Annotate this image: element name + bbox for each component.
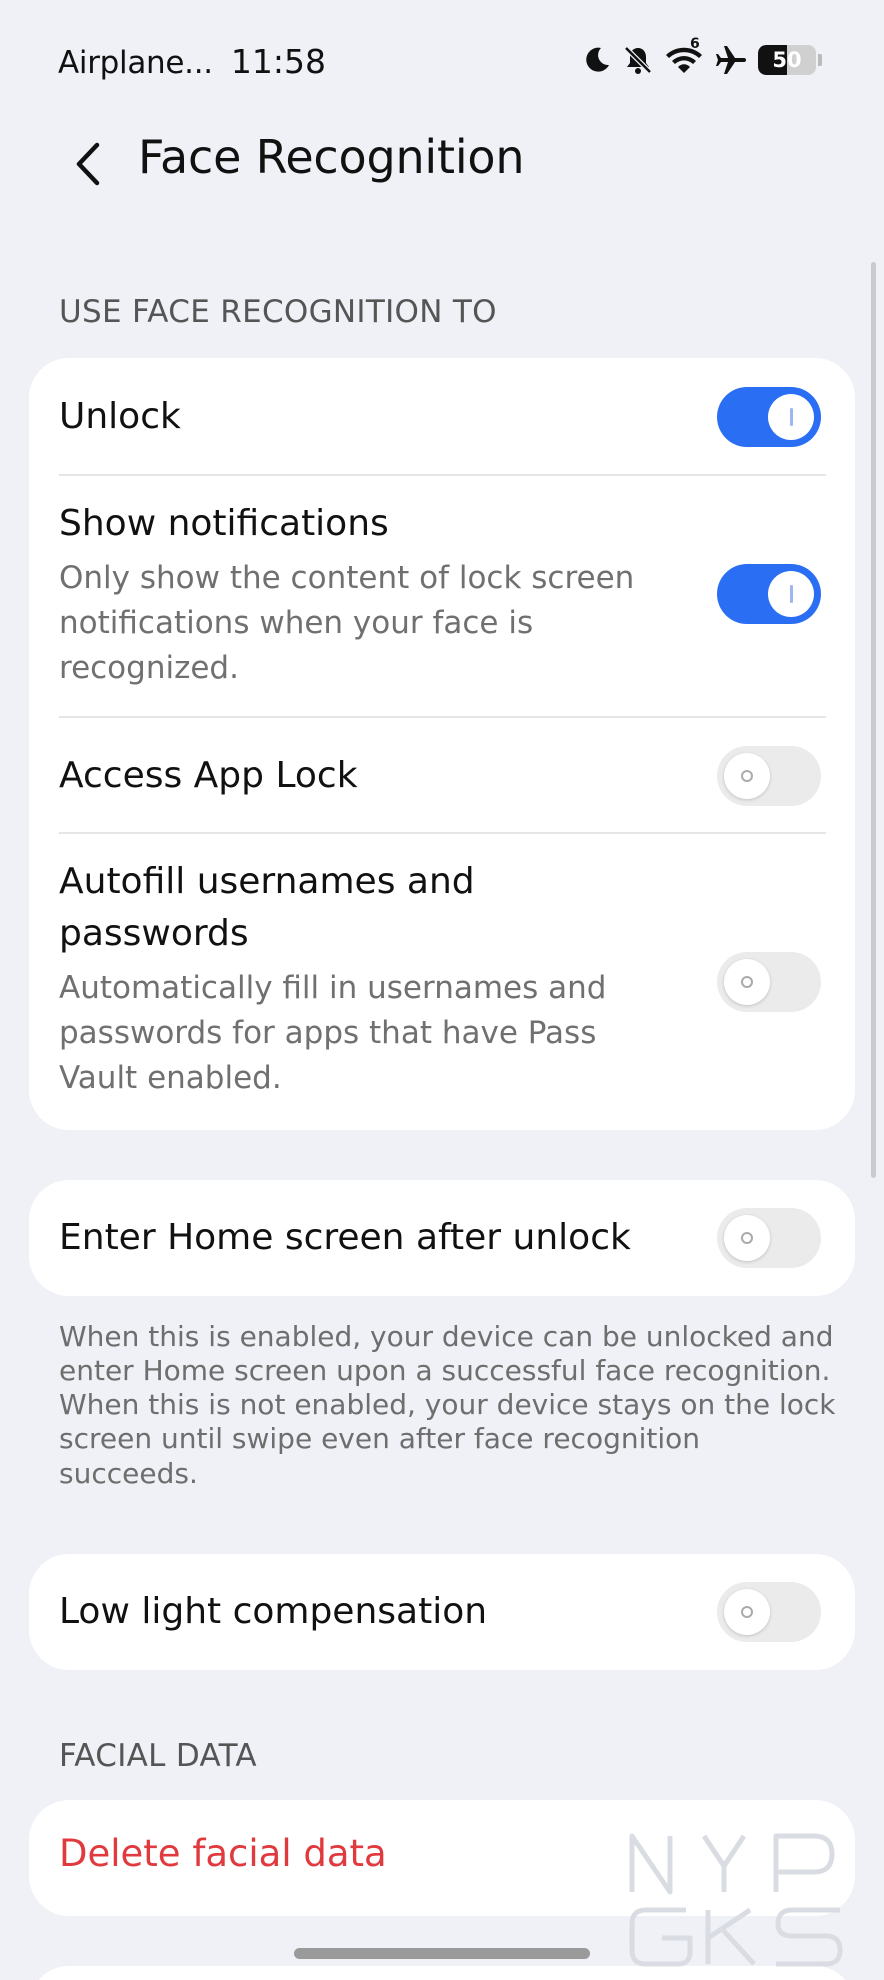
toggle-low-light[interactable] bbox=[717, 1582, 821, 1642]
section-header-use-face: USE FACE RECOGNITION TO bbox=[59, 294, 497, 330]
toggle-knob bbox=[724, 959, 770, 1005]
delete-facial-data-label: Delete facial data bbox=[59, 1832, 387, 1875]
page-title: Face Recognition bbox=[138, 130, 525, 184]
toggle-autofill[interactable] bbox=[717, 952, 821, 1012]
enter-home-footnote: When this is enabled, your device can be… bbox=[59, 1320, 836, 1490]
setting-row-low-light[interactable]: Low light compensation bbox=[29, 1554, 855, 1670]
setting-row-enter-home[interactable]: Enter Home screen after unlock bbox=[29, 1180, 855, 1296]
setting-title: Autofill usernames and passwords bbox=[59, 861, 475, 955]
setting-title: Enter Home screen after unlock bbox=[59, 1217, 631, 1258]
wifi-icon: 6 bbox=[664, 36, 704, 76]
toggle-show-notifications[interactable] bbox=[717, 564, 821, 624]
toggle-access-app-lock[interactable] bbox=[717, 746, 821, 806]
toggle-knob bbox=[768, 394, 814, 440]
setting-row-access-app-lock[interactable]: Access App Lock bbox=[29, 718, 855, 834]
scrollbar[interactable] bbox=[871, 262, 876, 1178]
setting-description: Only show the content of lock screen not… bbox=[59, 560, 635, 686]
wifi-badge: 6 bbox=[690, 36, 700, 52]
setting-title: Access App Lock bbox=[59, 755, 358, 796]
toggle-enter-home[interactable] bbox=[717, 1208, 821, 1268]
bell-muted-icon bbox=[622, 44, 654, 76]
toggle-knob bbox=[724, 1589, 770, 1635]
setting-row-autofill[interactable]: Autofill usernames and passwords Automat… bbox=[29, 834, 855, 1130]
home-indicator[interactable] bbox=[294, 1948, 590, 1959]
toggle-knob bbox=[768, 571, 814, 617]
card-use-face: Unlock Show notifications Only show the … bbox=[29, 358, 855, 1130]
status-bar: Airplane... 11:58 6 50 bbox=[0, 0, 884, 120]
toggle-knob bbox=[724, 1215, 770, 1261]
card-low-light: Low light compensation bbox=[29, 1554, 855, 1670]
chevron-left-icon bbox=[76, 142, 100, 186]
airplane-icon bbox=[714, 44, 748, 76]
section-header-facial-data: FACIAL DATA bbox=[59, 1738, 257, 1774]
clock: 11:58 bbox=[230, 42, 326, 81]
moon-icon bbox=[582, 45, 612, 75]
header: Face Recognition bbox=[0, 120, 884, 204]
setting-title: Unlock bbox=[59, 396, 181, 437]
carrier-label: Airplane... bbox=[58, 45, 213, 81]
card-enter-home: Enter Home screen after unlock bbox=[29, 1180, 855, 1296]
status-icons: 6 50 bbox=[582, 36, 822, 76]
status-left: Airplane... 11:58 bbox=[58, 42, 326, 81]
toggle-knob bbox=[724, 753, 770, 799]
toggle-unlock[interactable] bbox=[717, 387, 821, 447]
battery-tip bbox=[818, 54, 822, 66]
setting-description: Automatically fill in usernames and pass… bbox=[59, 970, 607, 1096]
back-button[interactable] bbox=[64, 136, 112, 192]
setting-title: Low light compensation bbox=[59, 1591, 488, 1632]
battery-level: 50 bbox=[772, 48, 802, 72]
setting-row-show-notifications[interactable]: Show notifications Only show the content… bbox=[29, 476, 855, 714]
setting-row-unlock[interactable]: Unlock bbox=[29, 358, 855, 476]
setting-title: Show notifications bbox=[59, 503, 389, 544]
battery-icon: 50 bbox=[758, 45, 816, 75]
watermark-logo bbox=[629, 1833, 843, 1967]
